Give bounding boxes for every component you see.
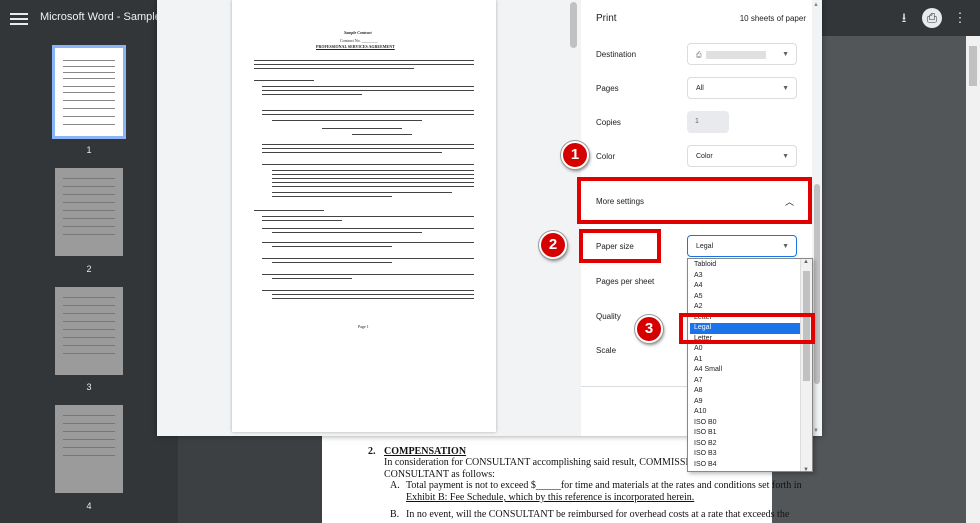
settings-scrollbar[interactable]: ▲ ▼ bbox=[812, 0, 822, 436]
printer-icon: ⎙ bbox=[696, 51, 702, 59]
chevron-down-icon: ▼ bbox=[782, 85, 789, 92]
print-header: Print bbox=[596, 13, 617, 24]
thumbnail-page-number: 2 bbox=[86, 264, 92, 274]
paper-option[interactable]: A4 Small bbox=[690, 365, 800, 376]
pages-per-sheet-label: Pages per sheet bbox=[596, 277, 655, 286]
color-select[interactable]: Color ▼ bbox=[687, 145, 797, 167]
paper-option[interactable]: ISO B2 bbox=[690, 439, 800, 450]
chevron-down-icon: ▼ bbox=[782, 153, 789, 160]
paper-size-value: Legal bbox=[696, 243, 714, 250]
preview-footer: Page 1 bbox=[358, 324, 369, 329]
paper-size-label: Paper size bbox=[596, 242, 634, 251]
preview-contract-number: Contract No. ________ bbox=[340, 38, 378, 43]
paper-option[interactable]: Tabloid bbox=[690, 260, 800, 271]
pages-select[interactable]: All ▼ bbox=[687, 77, 797, 99]
doc-text: A. bbox=[390, 480, 400, 491]
doc-text: CONSULTANT as follows: bbox=[384, 469, 495, 480]
pages-label: Pages bbox=[596, 84, 619, 93]
doc-text: B. bbox=[390, 509, 400, 520]
quality-label: Quality bbox=[596, 312, 621, 321]
more-settings-label: More settings bbox=[596, 197, 645, 206]
page-thumbnail[interactable] bbox=[52, 45, 126, 139]
paper-size-select[interactable]: Legal ▼ bbox=[687, 235, 797, 257]
paper-option[interactable]: A7 bbox=[690, 376, 800, 387]
paper-option-selected[interactable]: Legal bbox=[690, 323, 800, 334]
menu-icon[interactable] bbox=[10, 10, 28, 26]
preview-heading: PROFESSIONAL SERVICES AGREEMENT bbox=[316, 44, 395, 49]
color-value: Color bbox=[696, 153, 713, 160]
paper-option[interactable]: Letter bbox=[690, 313, 800, 324]
doc-text: Total payment is not to exceed $_____for… bbox=[406, 480, 802, 491]
viewer-scrollbar[interactable] bbox=[966, 36, 980, 523]
print-icon[interactable]: ⎙ bbox=[922, 8, 942, 28]
copies-input[interactable]: 1 bbox=[687, 111, 729, 133]
print-preview: Sample Contract Contract No. ________ PR… bbox=[157, 0, 581, 436]
scale-label: Scale bbox=[596, 346, 617, 355]
section-heading: COMPENSATION bbox=[384, 446, 467, 457]
section-number: 2. bbox=[368, 446, 376, 457]
color-label: Color bbox=[596, 152, 616, 161]
thumbnail-page-number: 1 bbox=[86, 145, 92, 155]
chevron-down-icon: ▼ bbox=[782, 51, 789, 58]
paper-option[interactable]: ISO B3 bbox=[690, 449, 800, 460]
paper-option[interactable]: A9 bbox=[690, 397, 800, 408]
paper-option[interactable]: A0 bbox=[690, 344, 800, 355]
preview-title: Sample Contract bbox=[344, 30, 372, 35]
paper-size-dropdown: Tabloid A3 A4 A5 A2 Letter Legal Letter … bbox=[687, 258, 813, 472]
doc-text: In consideration for CONSULTANT accompli… bbox=[384, 457, 711, 468]
destination-label: Destination bbox=[596, 50, 637, 59]
page-thumbnail[interactable] bbox=[55, 168, 123, 256]
annotation-badge-3: 3 bbox=[635, 315, 663, 343]
destination-select[interactable]: ⎙ ▼ bbox=[687, 43, 797, 65]
paper-option[interactable]: ISO B1 bbox=[690, 428, 800, 439]
paper-option[interactable]: A10 bbox=[690, 407, 800, 418]
viewer-background bbox=[178, 436, 322, 523]
redacted-printer-name bbox=[705, 51, 766, 59]
paper-option[interactable]: ISO B0 bbox=[690, 418, 800, 429]
paper-option[interactable]: Letter bbox=[690, 334, 800, 345]
paper-option[interactable]: A4 bbox=[690, 281, 800, 292]
paper-option[interactable]: ISO B4 bbox=[690, 460, 800, 471]
dropdown-scrollbar[interactable]: ▲ ▼ bbox=[800, 259, 812, 471]
pages-value: All bbox=[696, 85, 704, 92]
preview-page: Sample Contract Contract No. ________ PR… bbox=[232, 0, 496, 432]
page-thumbnail[interactable] bbox=[55, 287, 123, 375]
chevron-up-icon: ︿ bbox=[784, 197, 794, 207]
thumbnail-page-number: 3 bbox=[86, 382, 92, 392]
paper-option[interactable]: A2 bbox=[690, 302, 800, 313]
paper-option[interactable]: A1 bbox=[690, 355, 800, 366]
paper-option[interactable]: A8 bbox=[690, 386, 800, 397]
annotation-badge-2: 2 bbox=[539, 231, 567, 259]
annotation-badge-1: 1 bbox=[561, 141, 589, 169]
more-vert-icon[interactable]: ⋮ bbox=[950, 8, 970, 28]
paper-option[interactable]: A3 bbox=[690, 271, 800, 282]
thumbnail-sidebar: 1 2 3 4 bbox=[0, 36, 178, 523]
paper-option[interactable]: A5 bbox=[690, 292, 800, 303]
doc-text: In no event, will the CONSULTANT be reim… bbox=[406, 509, 790, 520]
doc-text: Exhibit B: Fee Schedule, which by this r… bbox=[406, 492, 695, 503]
chevron-down-icon: ▼ bbox=[782, 243, 789, 250]
sheet-count: 10 sheets of paper bbox=[739, 14, 806, 23]
more-settings-toggle[interactable]: More settings ︿ bbox=[581, 178, 822, 222]
copies-label: Copies bbox=[596, 118, 621, 127]
preview-scrollbar[interactable] bbox=[567, 0, 581, 436]
page-thumbnail[interactable] bbox=[55, 405, 123, 493]
download-icon[interactable]: ⭳ bbox=[894, 8, 914, 28]
thumbnail-page-number: 4 bbox=[86, 501, 92, 511]
